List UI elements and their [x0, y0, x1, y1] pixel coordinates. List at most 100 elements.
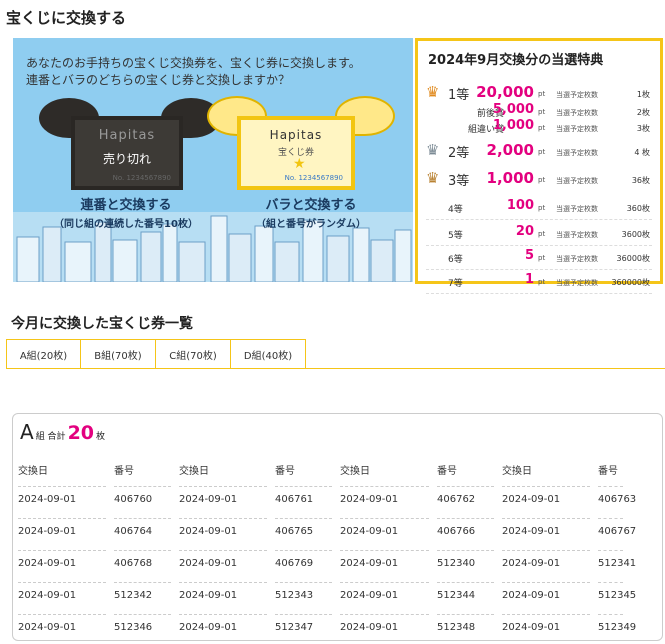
option-label: 連番と交換する [80, 198, 172, 213]
exchange-random-button[interactable]: バラと交換する （組と番号がランダム） [221, 194, 401, 230]
ticket-number-cell: 406761 [275, 494, 314, 505]
row-divider [275, 518, 332, 519]
exchange-date-cell: 2024-09-01 [340, 590, 399, 601]
prize-count-label: 当選予定枚数 [556, 125, 598, 133]
ticket-number-cell: 406765 [275, 526, 314, 537]
prize-rank: 2等 [448, 146, 470, 161]
ticket-number-cell: 406769 [275, 558, 314, 569]
tab-group-d[interactable]: D組(40枚) [231, 339, 306, 369]
page-title: 宝くじに交換する [6, 9, 127, 27]
prize-amount: 100 [506, 198, 534, 213]
prize-count-label: 当選予定枚数 [556, 109, 598, 117]
row-divider [18, 550, 106, 551]
prize-row: 7等 1 pt 当選予定枚数 360000枚 [418, 272, 660, 294]
prize-amount: 1,000 [492, 118, 534, 133]
row-divider [598, 550, 623, 551]
prize-count-label: 当選予定枚数 [556, 177, 598, 185]
tab-group-a[interactable]: A組(20枚) [6, 339, 81, 369]
prize-row: ♛ 3等 1,000 pt 当選予定枚数 36枚 [418, 169, 660, 189]
prize-unit: pt [538, 254, 546, 262]
banner-text-line-1: あなたのお手持ちの宝くじ交換券を、宝くじ券に交換します。 [26, 56, 361, 70]
table-header-row: 交換日 番号 交換日 番号 交換日 番号 交換日 番号 [18, 454, 623, 486]
row-divider [502, 614, 590, 615]
row-divider [502, 582, 590, 583]
prize-amount: 20 [515, 224, 534, 239]
row-divider [114, 486, 171, 487]
exchange-date-cell: 2024-09-01 [502, 558, 561, 569]
group-summary: A組 合計 20 枚 [20, 420, 105, 444]
ticket-number-cell: 512348 [437, 622, 476, 633]
prize-count: 36000枚 [616, 254, 650, 263]
prize-unit: pt [538, 176, 546, 184]
row-divider [502, 486, 590, 487]
header-exchange-date: 交換日 [179, 466, 209, 477]
header-number: 番号 [275, 466, 295, 477]
option-description: （同じ組の連続した番号10枚） [54, 219, 198, 230]
row-divider [18, 614, 106, 615]
prize-rank: 4等 [448, 205, 463, 215]
row-divider [179, 582, 267, 583]
row-divider [598, 614, 623, 615]
prize-count: 4 枚 [634, 148, 650, 157]
prize-row-divider [426, 269, 652, 270]
ticket-brand: Hapitas [98, 128, 156, 143]
row-divider [340, 486, 429, 487]
row-divider [18, 486, 106, 487]
prize-amount: 1,000 [486, 169, 534, 187]
exchange-date-cell: 2024-09-01 [179, 494, 238, 505]
row-divider [340, 582, 429, 583]
prize-rank: 5等 [448, 231, 463, 241]
ticket-number-cell: 406767 [598, 526, 637, 537]
exchange-date-cell: 2024-09-01 [18, 590, 77, 601]
bronze-crown-icon: ♛ [426, 169, 440, 187]
row-divider [179, 518, 267, 519]
prize-count-label: 当選予定枚数 [556, 279, 598, 287]
silver-crown-icon: ♛ [426, 141, 440, 159]
star-icon: ★ [293, 156, 306, 172]
group-name: A [20, 420, 34, 444]
row-divider [437, 518, 494, 519]
exchange-consecutive-button[interactable]: 連番と交換する （同じ組の連続した番号10枚） [31, 194, 221, 230]
ticket-number-cell: 406768 [114, 558, 153, 569]
ticket-number-cell: 406762 [437, 494, 476, 505]
prize-unit: pt [538, 230, 546, 238]
ticket-list-card: A組 合計 20 枚 交換日 番号 交換日 番号 交換日 番号 交換日 番号 2024-09-01 4… [12, 413, 663, 641]
exchange-date-cell: 2024-09-01 [179, 526, 238, 537]
consecutive-ticket-image[interactable]: Hapitas 売り切れ No. 1234567890 [71, 116, 183, 190]
row-divider [179, 550, 267, 551]
prize-title: 2024年9月交換分の当選特典 [428, 53, 604, 68]
ticket-brand: Hapitas [269, 128, 323, 142]
prize-row: ♛ 2等 2,000 pt 当選予定枚数 4 枚 [418, 141, 660, 161]
prize-row: 6等 5 pt 当選予定枚数 36000枚 [418, 248, 660, 270]
ticket-number-cell: 406763 [598, 494, 637, 505]
prize-row: 4等 100 pt 当選予定枚数 360枚 [418, 198, 660, 220]
option-label: バラと交換する [265, 198, 357, 213]
ticket-number-cell: 512340 [437, 558, 476, 569]
random-ticket-image[interactable]: Hapitas 宝くじ券 ★ No. 1234567890 [237, 116, 355, 190]
prize-count: 360000枚 [611, 278, 650, 287]
row-divider [502, 518, 590, 519]
exchange-date-cell: 2024-09-01 [18, 494, 77, 505]
ticket-number-cell: 406766 [437, 526, 476, 537]
prize-unit: pt [538, 124, 546, 132]
row-divider [114, 582, 171, 583]
exchange-banner: あなたのお手持ちの宝くじ交換券を、宝くじ券に交換します。 連番とバラのどちらの宝… [13, 38, 413, 282]
exchange-date-cell: 2024-09-01 [340, 494, 399, 505]
prize-unit: pt [538, 278, 546, 286]
exchange-date-cell: 2024-09-01 [18, 622, 77, 633]
prize-rank: 1等 [448, 88, 470, 103]
tab-group-c[interactable]: C組(70枚) [156, 339, 231, 369]
exchange-date-cell: 2024-09-01 [502, 590, 561, 601]
exchange-date-cell: 2024-09-01 [502, 494, 561, 505]
row-divider [18, 582, 106, 583]
tab-group-b[interactable]: B組(70枚) [81, 339, 156, 369]
ticket-table: 交換日 番号 交換日 番号 交換日 番号 交換日 番号 2024-09-01 406760 2024… [18, 454, 636, 644]
row-divider [340, 550, 429, 551]
exchange-date-cell: 2024-09-01 [179, 590, 238, 601]
prize-unit: pt [538, 90, 546, 98]
ticket-number-cell: 406764 [114, 526, 153, 537]
banner-text-line-2: 連番とバラのどちらの宝くじ券と交換しますか？ [26, 73, 291, 87]
exchange-date-cell: 2024-09-01 [179, 558, 238, 569]
exchange-date-cell: 2024-09-01 [502, 526, 561, 537]
prize-count: 36枚 [631, 176, 650, 185]
